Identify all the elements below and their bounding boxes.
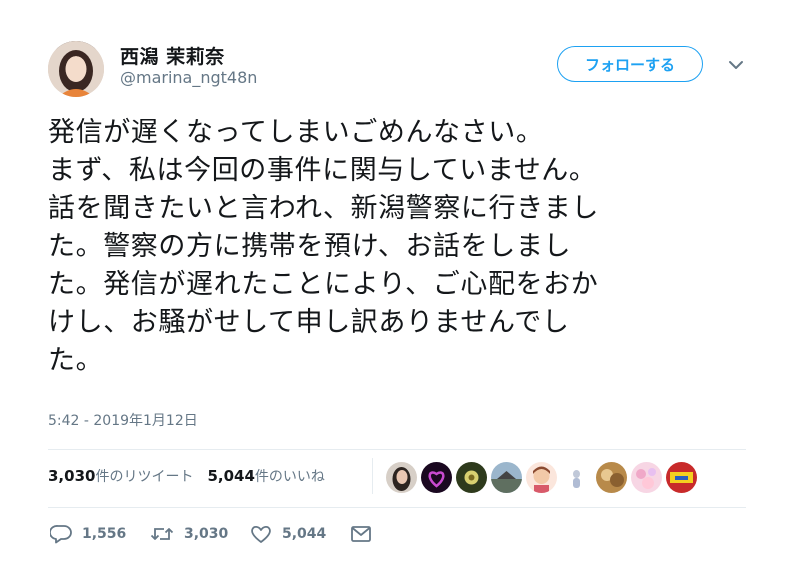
- stats-separator: [372, 458, 373, 494]
- tweet-stats: 3,030件のリツイート 5,044件のいいね: [48, 466, 325, 486]
- retweets-label: 件のリツイート: [95, 469, 194, 485]
- liker-avatar-5[interactable]: [526, 462, 557, 493]
- like-count: 5,044: [282, 526, 327, 542]
- reply-icon: [50, 524, 72, 544]
- liker-avatar-7[interactable]: [596, 462, 627, 493]
- liker-avatar-2[interactable]: [421, 462, 452, 493]
- likes-stat[interactable]: 5,044件のいいね: [207, 466, 324, 486]
- tweet-text-line: けし、お騒がせして申し訳ありませんでし: [48, 307, 570, 338]
- author-handle[interactable]: @marina_ngt48n: [120, 68, 257, 87]
- tweet-text-line: まず、私は今回の事件に関与していません。: [48, 155, 597, 186]
- author-avatar[interactable]: [48, 41, 104, 97]
- liker-avatar-8[interactable]: [631, 462, 662, 493]
- liker-avatar-4[interactable]: [491, 462, 522, 493]
- likes-count: 5,044: [207, 467, 255, 485]
- tweet-text-line: 発信が遅くなってしまいごめんなさい。: [48, 117, 544, 148]
- tweet-actions: 1,556 3,030 5,044: [50, 524, 372, 544]
- reply-count: 1,556: [82, 526, 127, 542]
- envelope-icon: [350, 525, 372, 543]
- divider: [48, 449, 746, 450]
- liker-avatar-1[interactable]: [386, 462, 417, 493]
- retweets-stat[interactable]: 3,030件のリツイート: [48, 466, 193, 486]
- divider: [48, 507, 746, 508]
- liker-avatar-3[interactable]: [456, 462, 487, 493]
- retweet-button[interactable]: 3,030: [150, 524, 250, 544]
- retweet-icon: [150, 524, 174, 544]
- retweets-count: 3,030: [48, 467, 96, 485]
- chevron-down-icon[interactable]: [726, 57, 746, 71]
- tweet-timestamp[interactable]: 5:42 - 2019年1月12日: [48, 410, 198, 430]
- tweet-text: 発信が遅くなってしまいごめんなさい。 まず、私は今回の事件に関与していません。 …: [48, 114, 748, 380]
- likes-label: 件のいいね: [254, 469, 325, 485]
- like-button[interactable]: 5,044: [250, 524, 350, 544]
- follow-button-label: フォローする: [584, 55, 675, 74]
- liker-avatar-9[interactable]: [666, 462, 697, 493]
- author-name[interactable]: 西潟 茉莉奈: [120, 42, 225, 69]
- tweet-text-line: 話を聞きたいと言われ、新潟警察に行きまし: [48, 193, 599, 224]
- liker-avatar-6[interactable]: [561, 462, 592, 493]
- tweet-text-line: た。発信が遅れたことにより、ご心配をおか: [48, 269, 599, 300]
- liker-avatars: [386, 462, 697, 493]
- direct-message-button[interactable]: [350, 525, 372, 543]
- retweet-count: 3,030: [184, 526, 229, 542]
- tweet-text-line: た。: [48, 345, 104, 376]
- tweet-text-line: た。警察の方に携帯を預け、お話をしまし: [48, 231, 572, 262]
- follow-button[interactable]: フォローする: [557, 46, 703, 82]
- heart-icon: [250, 524, 272, 544]
- tweet-card: 西潟 茉莉奈 @marina_ngt48n フォローする 発信が遅くなってしまい…: [0, 0, 795, 570]
- reply-button[interactable]: 1,556: [50, 524, 150, 544]
